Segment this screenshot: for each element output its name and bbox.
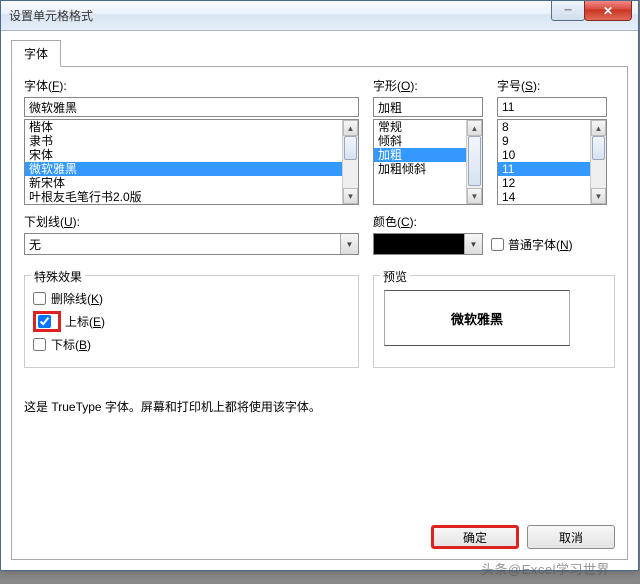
list-item[interactable]: 常规 [374,120,466,134]
close-button[interactable]: ✕ [584,1,632,21]
list-item[interactable]: 微软雅黑 [25,162,342,176]
format-cells-dialog: 设置单元格格式 ─ ✕ 字体 字体(F): 楷体 隶书 宋体 微软 [0,0,639,571]
size-input[interactable] [497,97,607,117]
tab-font[interactable]: 字体 [11,40,61,67]
scroll-thumb[interactable] [344,136,357,160]
preview-group: 预览 微软雅黑 [373,275,615,368]
footer-text: 这是 TrueType 字体。屏幕和打印机上都将使用该字体。 [24,398,615,415]
superscript-checkbox[interactable] [38,315,51,328]
list-item[interactable]: 新宋体 [25,176,342,190]
list-item[interactable]: 楷体 [25,120,342,134]
tab-pane: 字体(F): 楷体 隶书 宋体 微软雅黑 新宋体 叶根友毛笔行书2.0版 ▲ [11,66,628,560]
effects-title: 特殊效果 [31,268,85,285]
list-item[interactable]: 8 [498,120,590,134]
font-label: 字体(F): [24,77,359,94]
color-combo[interactable]: ▼ [373,233,483,255]
list-item[interactable]: 14 [498,190,590,204]
scroll-up-icon[interactable]: ▲ [467,120,482,136]
chevron-down-icon[interactable]: ▼ [340,234,358,254]
scroll-down-icon[interactable]: ▼ [591,188,606,204]
normal-font-checkbox[interactable]: 普通字体(N) [491,236,573,253]
list-item[interactable]: 12 [498,176,590,190]
underline-label: 下划线(U): [24,213,359,230]
titlebar: 设置单元格格式 ─ ✕ [1,1,638,31]
scroll-down-icon[interactable]: ▼ [343,188,358,204]
list-item[interactable]: 加粗 [374,148,466,162]
effects-group: 特殊效果 删除线(K) 上标(E) 下标(B) [24,275,359,368]
scrollbar[interactable]: ▲ ▼ [466,120,482,204]
underline-combo[interactable]: 无 ▼ [24,233,359,255]
scroll-down-icon[interactable]: ▼ [467,188,482,204]
cancel-button[interactable]: 取消 [527,525,615,549]
strikethrough-checkbox[interactable]: 删除线(K) [33,290,350,307]
size-list[interactable]: 8 9 10 11 12 14 [498,120,590,204]
list-item[interactable]: 倾斜 [374,134,466,148]
preview-title: 预览 [380,268,410,285]
list-item[interactable]: 叶根友毛笔行书2.0版 [25,190,342,204]
scroll-thumb[interactable] [468,136,481,186]
ok-button[interactable]: 确定 [431,525,519,549]
list-item[interactable]: 10 [498,148,590,162]
client-area: 字体 字体(F): 楷体 隶书 宋体 微软雅黑 新宋体 叶根友毛笔行书2.0版 [1,31,638,570]
size-label: 字号(S): [497,77,607,94]
color-swatch [374,234,464,254]
list-item[interactable]: 11 [498,162,590,176]
window-title: 设置单元格格式 [9,7,93,24]
font-input[interactable] [24,97,359,117]
minimize-button[interactable]: ─ [551,1,585,21]
list-item[interactable]: 隶书 [25,134,342,148]
scroll-thumb[interactable] [592,136,605,160]
list-item[interactable]: 加粗倾斜 [374,162,466,176]
list-item[interactable]: 9 [498,134,590,148]
scroll-up-icon[interactable]: ▲ [591,120,606,136]
button-bar: 确定 取消 [431,525,615,549]
color-label: 颜色(C): [373,213,615,230]
window-buttons: ─ ✕ [551,1,638,21]
list-item[interactable]: 宋体 [25,148,342,162]
scrollbar[interactable]: ▲ ▼ [590,120,606,204]
chevron-down-icon[interactable]: ▼ [464,234,482,254]
subscript-checkbox[interactable]: 下标(B) [33,336,350,353]
scroll-up-icon[interactable]: ▲ [343,120,358,136]
style-label: 字形(O): [373,77,483,94]
scrollbar[interactable]: ▲ ▼ [342,120,358,204]
preview-box: 微软雅黑 [384,290,570,346]
style-list[interactable]: 常规 倾斜 加粗 加粗倾斜 [374,120,466,204]
tabstrip: 字体 [11,39,628,66]
font-list[interactable]: 楷体 隶书 宋体 微软雅黑 新宋体 叶根友毛笔行书2.0版 [25,120,342,204]
superscript-highlight [33,311,61,332]
style-input[interactable] [373,97,483,117]
